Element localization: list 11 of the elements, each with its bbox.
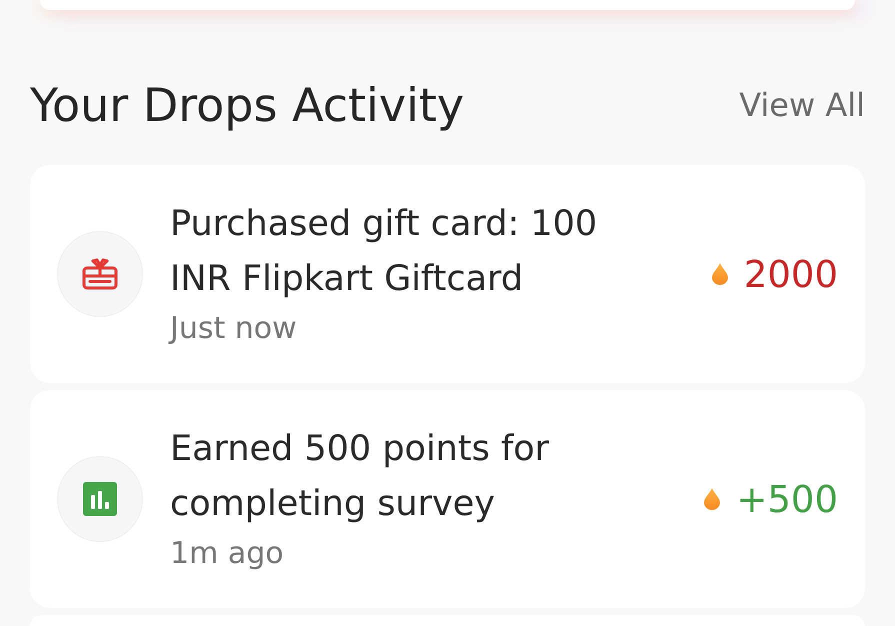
activity-description: Earned 500 points for completing survey [170, 428, 550, 526]
points-amount: 2000 [744, 256, 838, 292]
activity-time: 1m ago [170, 535, 284, 573]
drop-icon [704, 488, 720, 510]
points-amount: +500 [736, 480, 838, 518]
activity-description: Purchased gift card: 100 INR Flipkart Giftcard [170, 203, 598, 301]
activity-card[interactable]: Purchased gift card: 100 INR Flipkart Giftcard Just now 2000 [30, 165, 865, 383]
activity-time: Just now [170, 310, 297, 348]
activity-card[interactable]: Earned 500 points for completing survey 1m ago +500 [30, 390, 865, 608]
drop-icon [712, 263, 728, 285]
view-all-link[interactable]: View All [739, 89, 865, 121]
